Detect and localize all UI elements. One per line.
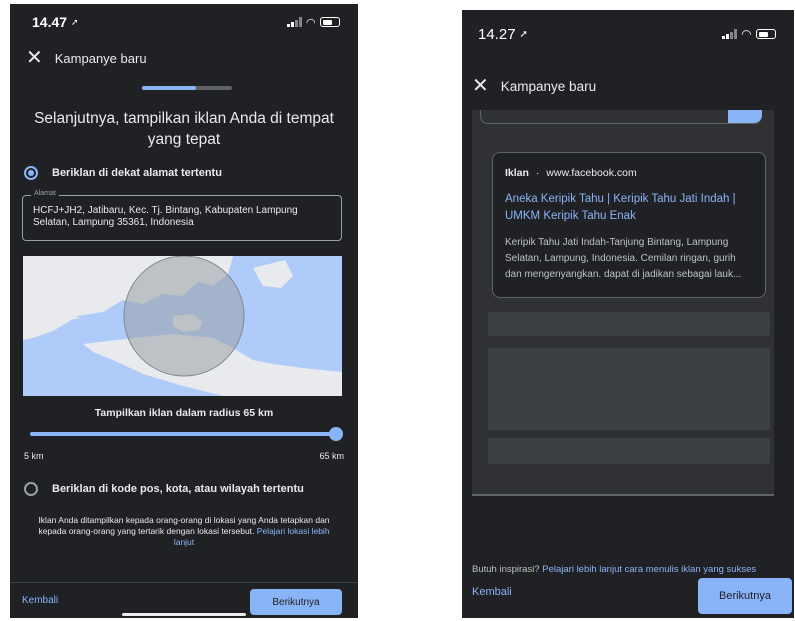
placeholder-block <box>488 312 770 336</box>
next-button[interactable]: Berikutnya <box>250 589 342 615</box>
back-button[interactable]: Kembali <box>22 595 58 606</box>
map-graphic <box>23 256 342 396</box>
step-progress-bar <box>142 86 232 90</box>
close-icon[interactable]: ✕ <box>472 76 489 96</box>
page-title: Kampanye baru <box>54 50 147 66</box>
signal-icon <box>722 29 737 39</box>
hint-text: Butuh inspirasi? <box>472 564 540 575</box>
location-note: Iklan Anda ditampilkan kepada orang-oran… <box>32 515 336 548</box>
status-bar: 14.27 ➚ ◠ <box>462 16 794 52</box>
bottom-bar: Butuh inspirasi? Pelajari lebih lanjut c… <box>462 556 794 618</box>
radius-slider-handle[interactable] <box>329 427 343 441</box>
right-phone-screen: 14.27 ➚ ◠ ✕ Kampanye baru Iklan · www.fa… <box>462 10 794 618</box>
back-button[interactable]: Kembali <box>472 586 512 598</box>
option-nearby-address[interactable]: Beriklan di dekat alamat tertentu <box>24 166 348 180</box>
option-label: Beriklan di kode pos, kota, atau wilayah… <box>52 483 304 495</box>
address-value: HCFJ+JH2, Jatibaru, Kec. Tj. Bintang, Ka… <box>33 205 298 228</box>
next-button[interactable]: Berikutnya <box>698 578 792 614</box>
ad-description: Keripik Tahu Jati Indah-Tanjung Bintang,… <box>505 237 742 280</box>
option-region[interactable]: Beriklan di kode pos, kota, atau wilayah… <box>24 482 348 496</box>
navigation-arrow-icon: ➚ <box>519 28 528 40</box>
radius-label: Tampilkan iklan dalam radius 65 km <box>94 407 274 419</box>
navigation-arrow-icon: ➚ <box>71 16 79 27</box>
home-indicator <box>122 613 246 616</box>
address-field[interactable]: Alamat HCFJ+JH2, Jatibaru, Kec. Tj. Bint… <box>22 190 342 241</box>
address-field-label: Alamat <box>31 190 59 197</box>
section-heading: Selanjutnya, tampilkan iklan Anda di tem… <box>34 110 334 148</box>
left-phone-screen: 14.47 ➚ ◠ ✕ Kampanye baru Selanjutnya, t… <box>10 4 358 618</box>
ad-separator: · <box>535 167 540 179</box>
input-field-stub[interactable] <box>480 110 762 124</box>
placeholder-block <box>488 348 770 430</box>
app-bar: ✕ Kampanye baru <box>462 72 794 100</box>
page-title: Kampanye baru <box>500 78 597 94</box>
radio-selected[interactable] <box>24 166 38 180</box>
wifi-icon: ◠ <box>306 16 315 29</box>
battery-icon <box>756 29 776 39</box>
radio-unselected[interactable] <box>24 482 38 496</box>
battery-icon <box>320 17 340 27</box>
ad-domain: www.facebook.com <box>546 167 637 179</box>
wifi-icon: ◠ <box>741 27 751 41</box>
app-bar: ✕ Kampanye baru <box>10 44 358 72</box>
status-time: 14.47 <box>32 14 68 30</box>
inspiration-hint: Butuh inspirasi? Pelajari lebih lanjut c… <box>472 564 756 575</box>
radius-slider-track[interactable] <box>30 432 336 436</box>
status-bar: 14.47 ➚ ◠ <box>10 4 358 40</box>
ad-headline[interactable]: Aneka Keripik Tahu | Keripik Tahu Jati I… <box>505 191 753 225</box>
ad-preview-card: Iklan · www.facebook.com Aneka Keripik T… <box>492 152 766 298</box>
divider <box>472 494 774 496</box>
status-time: 14.27 <box>478 25 516 43</box>
bottom-bar: Kembali Berikutnya <box>10 582 358 618</box>
signal-icon <box>287 17 302 27</box>
ad-label: Iklan <box>505 167 529 179</box>
radius-min-label: 5 km <box>24 451 44 461</box>
location-map[interactable] <box>23 256 342 396</box>
placeholder-block <box>488 438 770 464</box>
close-icon[interactable]: ✕ <box>26 48 43 68</box>
learn-more-ad-writing-link[interactable]: Pelajari lebih lanjut cara menulis iklan… <box>542 564 756 575</box>
ad-meta: Iklan · www.facebook.com <box>505 167 753 179</box>
radius-max-label: 65 km <box>319 451 344 461</box>
option-label: Beriklan di dekat alamat tertentu <box>52 167 222 179</box>
